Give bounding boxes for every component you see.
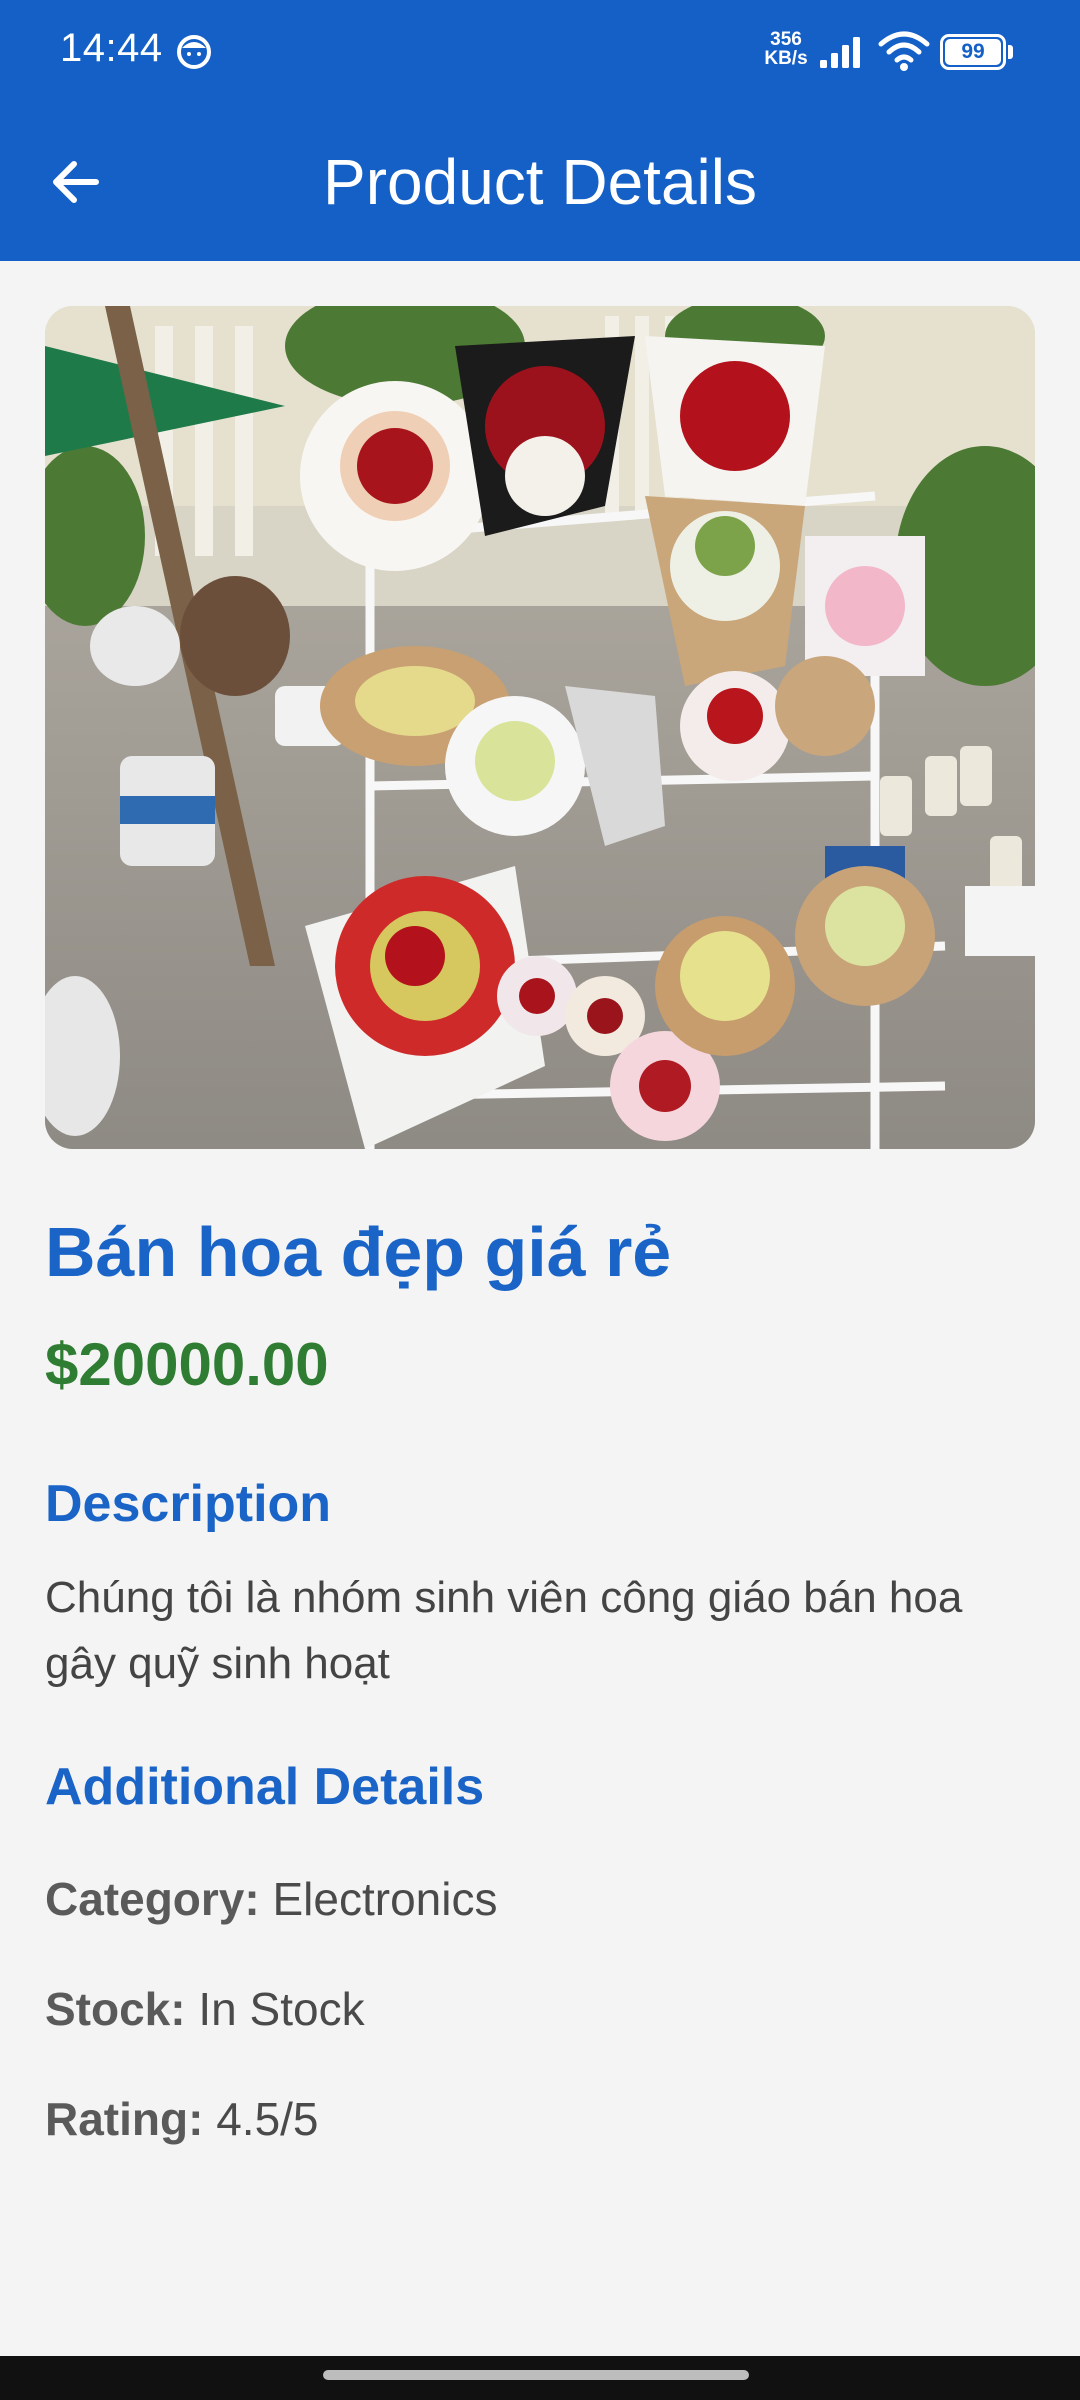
product-image [45, 306, 1035, 1149]
network-speed: 356 KB/s [758, 30, 814, 68]
battery-tip [1008, 45, 1013, 59]
additional-details-heading: Additional Details [45, 1758, 485, 1816]
notification-face-icon [177, 35, 211, 69]
back-arrow-icon[interactable] [40, 142, 120, 222]
status-time: 14:44 [60, 26, 163, 70]
category-row: Category: Electronics [45, 1872, 497, 1926]
battery-level: 99 [945, 39, 1001, 65]
product-details-screen: 14:44 356 KB/s 99 Product Details Bán ho… [0, 0, 1080, 2400]
product-price: $20000.00 [45, 1331, 329, 1398]
header: 14:44 356 KB/s 99 Product Details [0, 0, 1080, 261]
description-text: Chúng tôi là nhóm sinh viên công giáo bá… [45, 1573, 963, 1688]
network-speed-value: 356 [770, 29, 802, 50]
product-name: Bán hoa đẹp giá rẻ [45, 1213, 672, 1291]
rating-label: Rating: [45, 2093, 204, 2145]
app-bar: Product Details [0, 104, 1080, 261]
stock-value: In Stock [198, 1983, 365, 2035]
status-bar: 14:44 356 KB/s 99 [0, 0, 1080, 104]
home-indicator[interactable] [323, 2370, 749, 2380]
rating-value: 4.5/5 [216, 2093, 319, 2145]
category-value: Electronics [272, 1873, 498, 1925]
stock-label: Stock: [45, 1983, 186, 2035]
description-heading: Description [45, 1475, 332, 1533]
rating-row: Rating: 4.5/5 [45, 2092, 319, 2146]
cellular-signal-icon [820, 37, 860, 68]
system-navigation-bar [0, 2356, 1080, 2400]
category-label: Category: [45, 1873, 260, 1925]
battery-indicator: 99 [940, 34, 1013, 70]
network-speed-unit: KB/s [764, 48, 808, 69]
stock-row: Stock: In Stock [45, 1982, 365, 2036]
page-title: Product Details [323, 146, 757, 218]
wifi-icon [878, 31, 930, 71]
